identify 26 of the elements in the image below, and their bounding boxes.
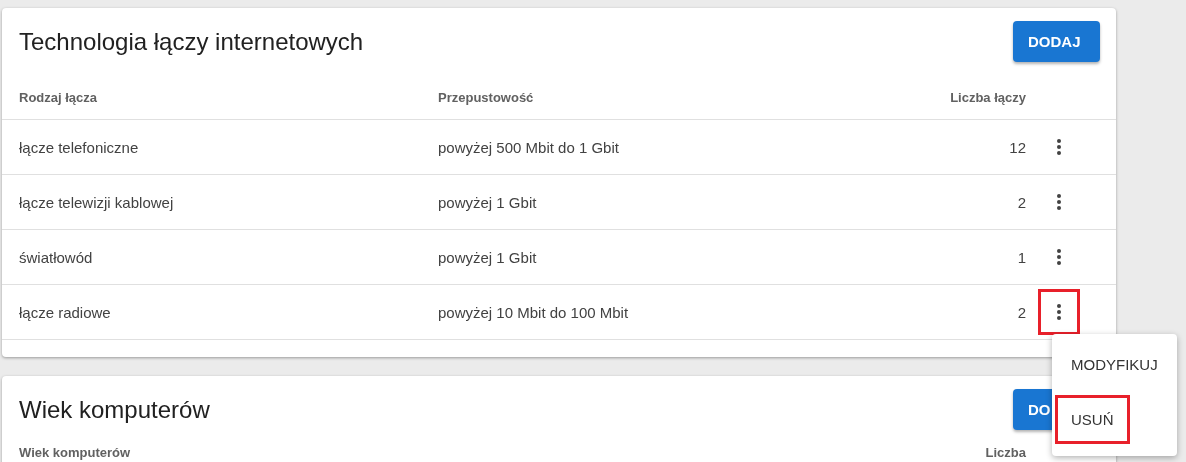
table-cell: łącze telefoniczne: [2, 119, 438, 174]
section-title: Technologia łączy internetowych: [19, 27, 364, 56]
table-cell: powyżej 1 Gbit: [438, 174, 866, 229]
column-header: Rodzaj łącza: [19, 88, 99, 107]
table-cell: powyżej 10 Mbit do 100 Mbit: [438, 284, 866, 340]
more-icon: [1057, 249, 1061, 265]
table-cell: światłowód: [2, 229, 438, 284]
more-icon: [1057, 304, 1061, 320]
menu-item[interactable]: USUŃ: [1055, 395, 1130, 444]
column-header: Liczba: [984, 444, 1026, 462]
column-header: Wiek komputerów: [19, 444, 132, 462]
table-cell: łącze radiowe: [2, 284, 438, 340]
table-cell: 12: [866, 119, 1026, 174]
section-title: Wiek komputerów: [19, 395, 210, 424]
table-cell: 1: [866, 229, 1026, 284]
column-header: Liczba łączy: [949, 88, 1026, 107]
table-cell: powyżej 500 Mbit do 1 Gbit: [438, 119, 866, 174]
more-icon: [1057, 194, 1061, 210]
table-cell: powyżej 1 Gbit: [438, 229, 866, 284]
column-header: Przepustowość: [438, 88, 535, 107]
table-cell: łącze telewizji kablowej: [2, 174, 438, 229]
add-button[interactable]: DODAJ: [1013, 21, 1100, 62]
more-icon: [1057, 139, 1061, 155]
table-cell: 2: [866, 284, 1026, 340]
menu-item[interactable]: MODYFIKUJ: [1055, 340, 1174, 389]
table-cell: 2: [866, 174, 1026, 229]
